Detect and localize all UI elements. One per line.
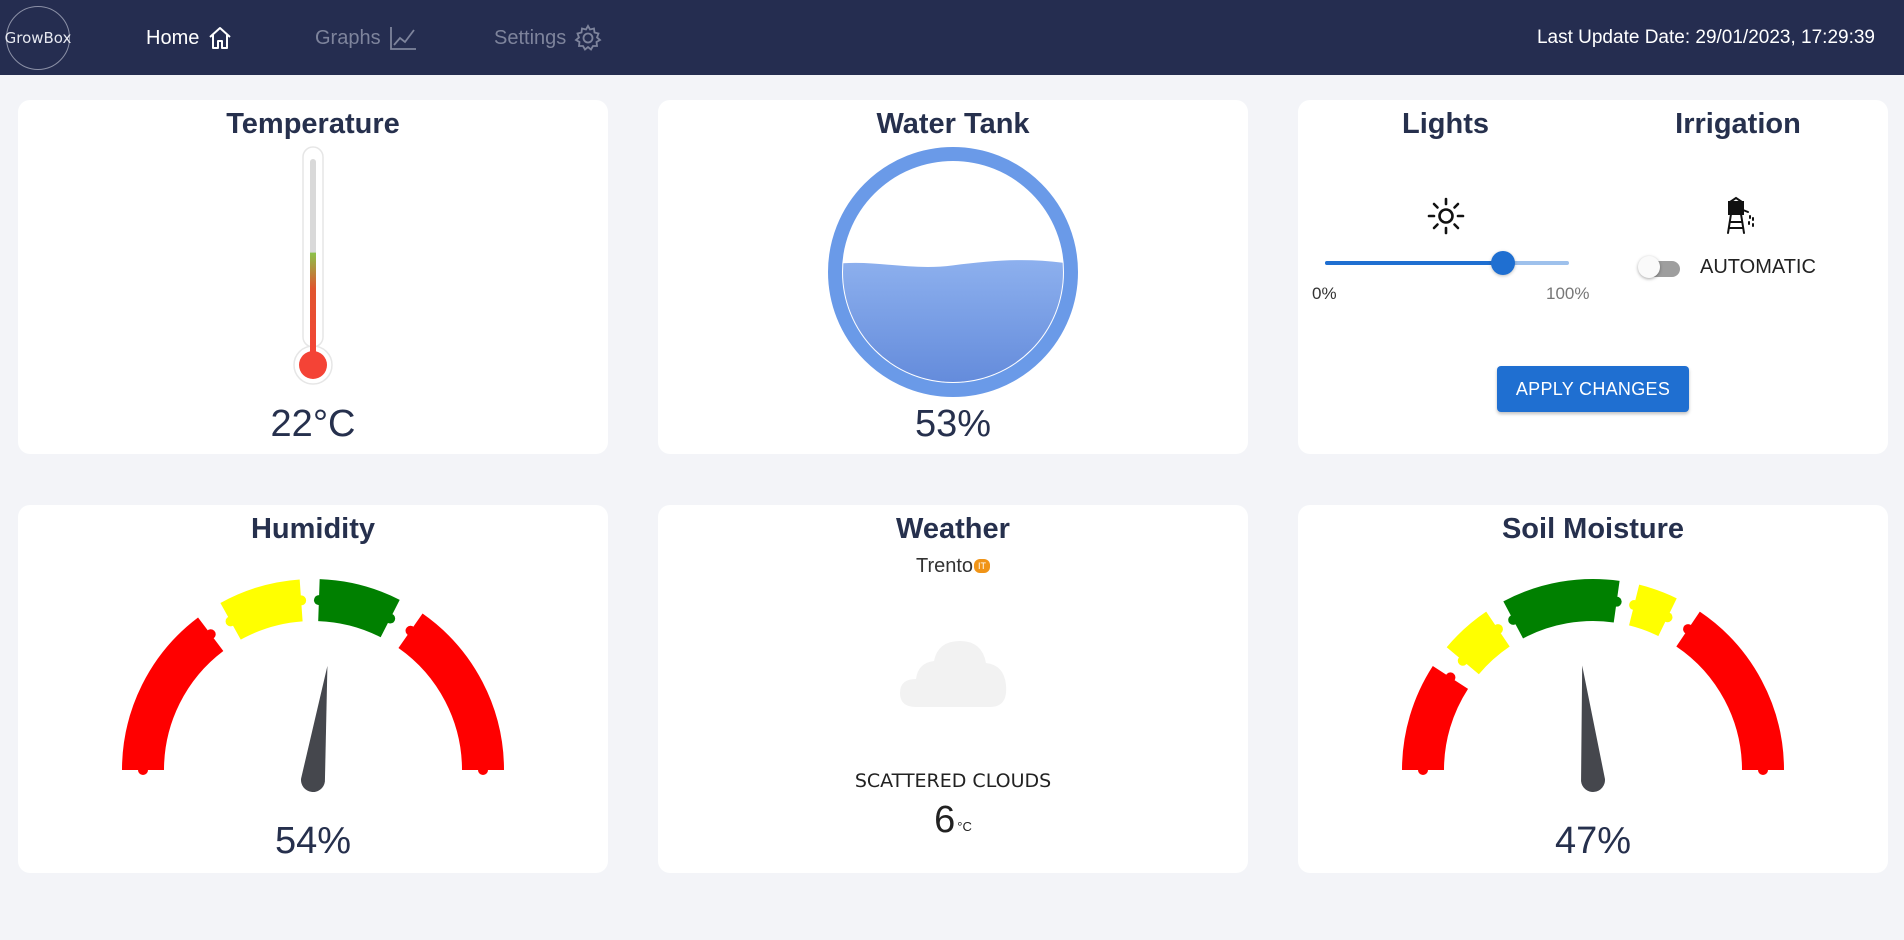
home-icon [209,27,232,49]
apply-changes-button[interactable]: APPLY CHANGES [1497,366,1689,412]
gauge-band-cap [478,765,488,775]
weather-temperature-unit: °C [957,819,972,834]
sun-icon [1427,197,1465,235]
gauge-band-cap [1662,612,1673,623]
irrigation-mode-label: AUTOMATIC [1700,256,1816,278]
weather-title: Weather [896,513,1010,545]
lights-min-label: 0% [1312,284,1337,303]
lights-slider[interactable] [1325,251,1569,275]
gauge-band-cap [1457,655,1468,666]
soil-moisture-gauge [1402,579,1784,792]
nav-graphs[interactable]: Graphs [315,22,417,54]
humidity-title: Humidity [250,513,376,545]
gauge-band-cap [1611,596,1622,607]
toggle-thumb [1638,256,1660,278]
water-tank-gauge [828,147,1078,397]
cloud-icon [900,641,1007,707]
weather-location: Trento IT [658,555,1248,578]
weather-description: SCATTERED CLOUDS [854,770,1052,792]
humidity-card: Humidity 54% [18,505,608,873]
lights-title: Lights [1402,108,1489,140]
temperature-card: Temperature 22°C [18,100,608,454]
humidity-value: 54% [274,820,352,862]
gauge-band-cap [1418,765,1428,775]
thermometer-bulb [299,351,327,379]
gauge-band-cap [1758,765,1768,775]
country-badge: IT [974,559,991,573]
irrigation-automatic-toggle[interactable] [1638,256,1682,278]
gauge-band-cap [225,616,236,627]
gauge-band [1628,584,1677,637]
gauge-band-cap [313,595,324,606]
lights-slider-thumb[interactable] [1491,251,1516,275]
gauge-band-cap [1629,600,1640,611]
water-tower-icon [1727,196,1754,234]
weather-city: Trento [915,555,974,577]
weather-card: Weather Trento IT SCATTERED CLOUDS 6 °C [658,505,1248,873]
gauge-needle [1581,665,1605,792]
nav-home[interactable]: Home [146,22,233,54]
gauge-band [1402,665,1469,771]
gauge-band [122,617,224,771]
gauge-band [220,579,304,640]
lights-slider-fill [1325,261,1504,265]
gauge-band-cap [138,765,148,775]
water-tank-card: Water Tank 53% [658,100,1248,454]
growbox-logo[interactable]: GrowBox [5,6,71,70]
gauge-needle [301,665,328,792]
last-update-date: Last Update Date: 29/01/2023, 17:29:39 [1536,27,1875,48]
gauge-band-cap [296,595,307,606]
gauge-band [398,613,504,771]
soil-moisture-value: 47% [1554,820,1632,862]
gauge-band-cap [1683,624,1694,635]
weather-temperature: 6 °C [658,799,1248,842]
nav-home-label: Home [146,26,200,49]
lights-max-label: 100% [1546,284,1590,303]
irrigation-title: Irrigation [1675,108,1801,140]
gauge-band-cap [1445,672,1456,683]
gauge-band [317,579,400,638]
weather-temperature-value: 6 [934,799,956,841]
gauge-band [1446,611,1511,675]
soil-moisture-card: Soil Moisture 47% [1298,505,1888,873]
temperature-title: Temperature [226,108,400,140]
nav-graphs-label: Graphs [315,26,381,49]
nav-settings-label: Settings [494,26,567,49]
water-tank-value: 53% [914,403,992,445]
gear-icon [574,24,602,51]
controls-card: Lights Irrigation 0% 100% AUTOMATIC APPL… [1298,100,1888,454]
gauge-band [1675,611,1784,771]
thermometer-mercury [310,252,316,355]
gauge-band-cap [405,625,416,636]
water-tank-title: Water Tank [876,108,1030,140]
water-level [843,260,1063,382]
gauge-band-cap [205,629,216,640]
temperature-value: 22°C [270,403,356,445]
gauge-band [1503,579,1620,639]
gauge-band-cap [1492,624,1503,635]
humidity-gauge [122,579,504,792]
soil-moisture-title: Soil Moisture [1501,513,1685,545]
gauge-band-cap [1508,614,1519,625]
gauge-band-cap [385,613,396,624]
nav-settings[interactable]: Settings [494,22,602,54]
thermometer [293,146,333,385]
graph-icon [389,27,416,50]
top-nav-bar: GrowBox Home Graphs Settings Last Update… [0,0,1904,75]
